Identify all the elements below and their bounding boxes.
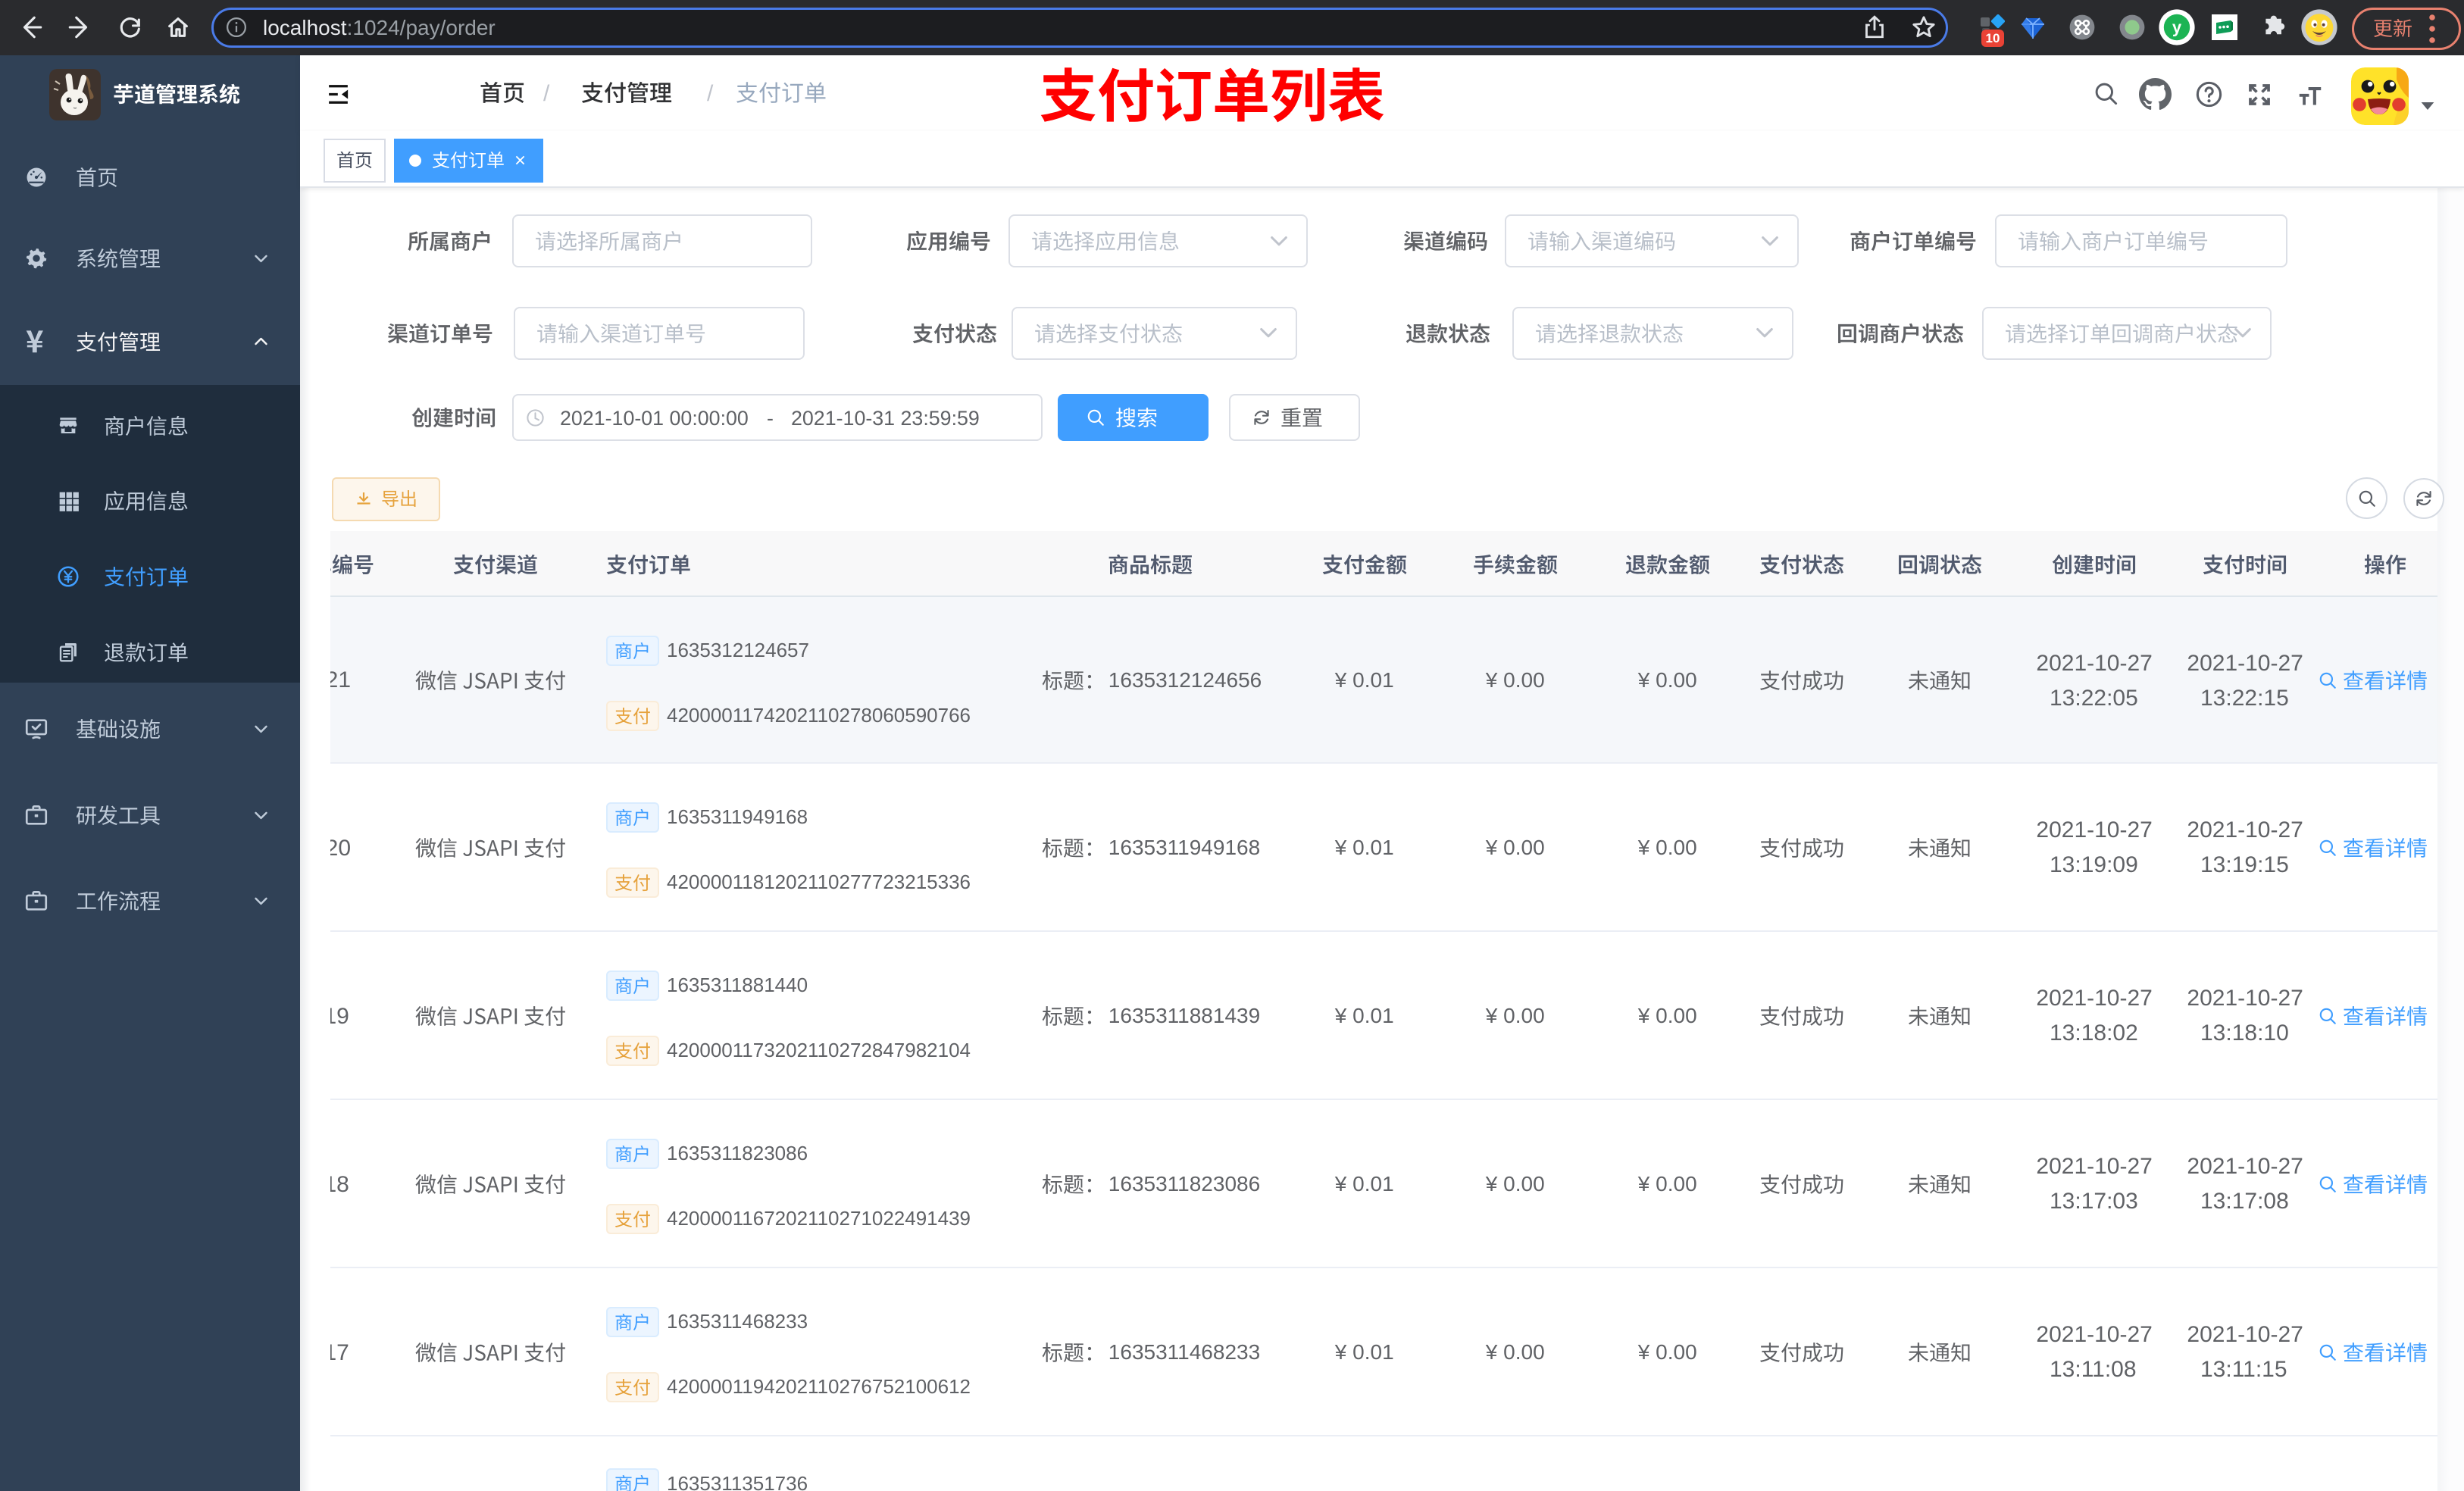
svg-text:y: y <box>2172 18 2182 37</box>
